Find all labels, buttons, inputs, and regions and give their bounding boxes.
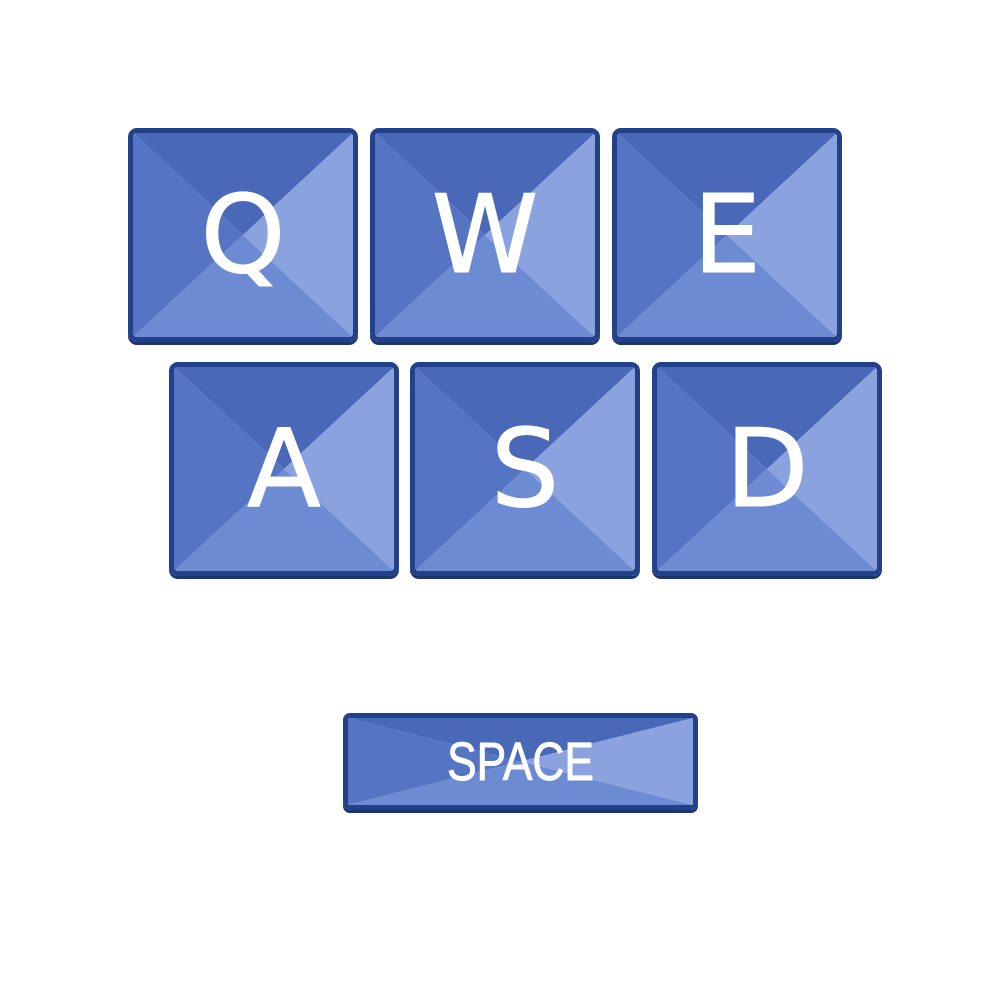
key-w[interactable]: W <box>370 128 600 342</box>
key-bevel <box>617 133 837 337</box>
key-bevel <box>657 367 877 571</box>
key-e[interactable]: E <box>612 128 842 342</box>
key-bevel <box>174 367 394 571</box>
space-key[interactable]: SPACE <box>343 713 698 810</box>
key-bevel <box>133 133 353 337</box>
key-bevel <box>375 133 595 337</box>
key-bevel <box>415 367 635 571</box>
key-a[interactable]: A <box>169 362 399 576</box>
key-s[interactable]: S <box>410 362 640 576</box>
keyboard-keys-illustration: Q W E A S D SPACE <box>0 0 1000 1000</box>
key-q[interactable]: Q <box>128 128 358 342</box>
key-d[interactable]: D <box>652 362 882 576</box>
key-bevel <box>348 718 693 805</box>
